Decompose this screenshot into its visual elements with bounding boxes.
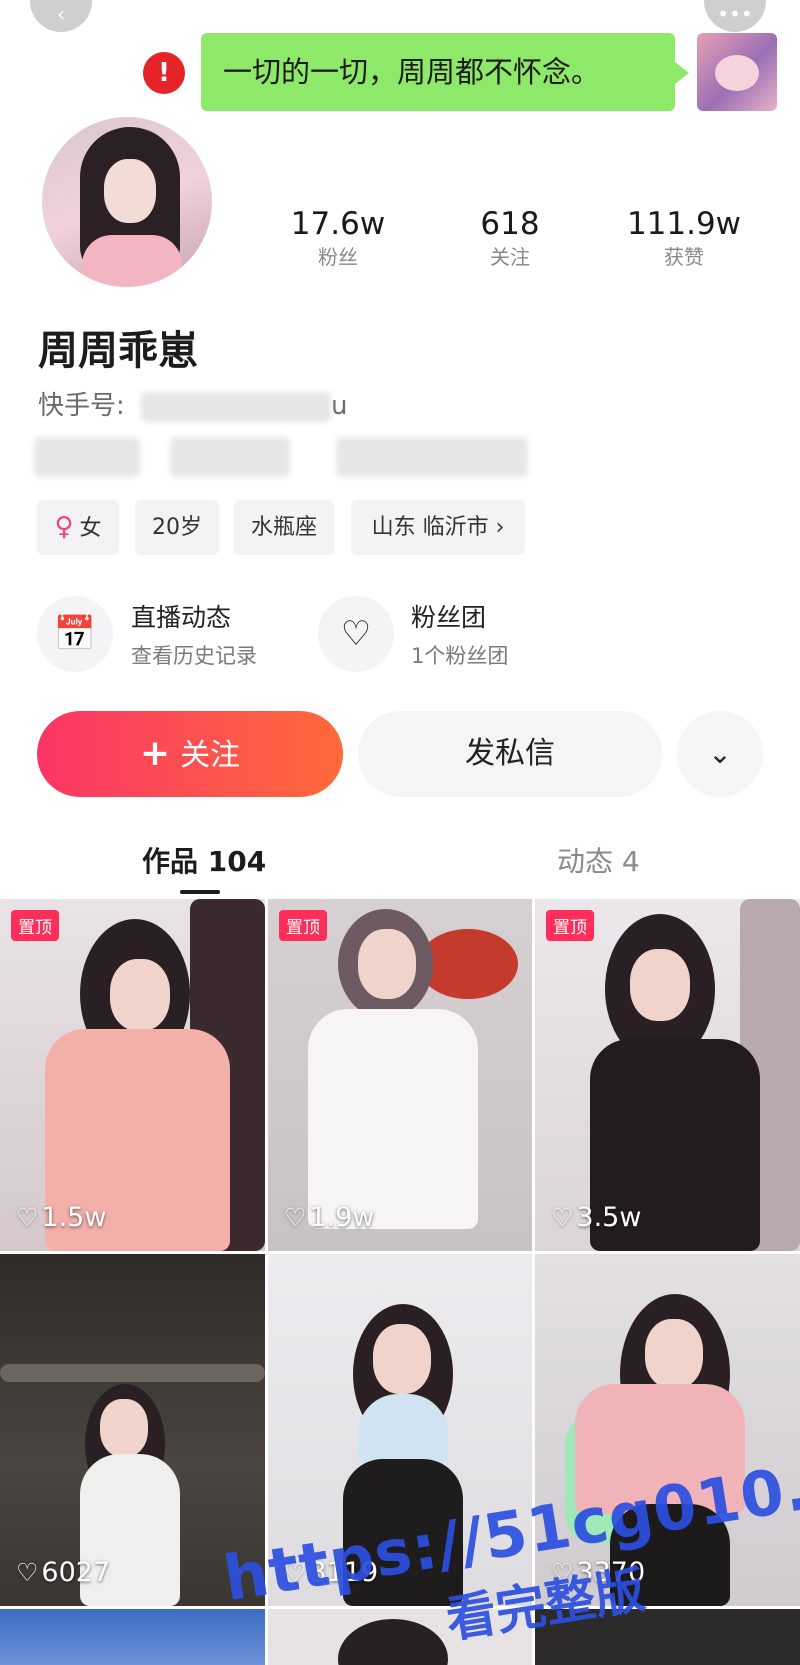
chevron-down-icon: ⌄ — [708, 737, 732, 770]
stat-label: 关注 — [490, 245, 530, 269]
video-tile[interactable]: 置顶 ♡ 3.5w — [535, 899, 800, 1251]
stat-value: 618 — [480, 206, 540, 242]
more-button[interactable]: ••• — [704, 0, 766, 32]
like-value: 1.5w — [41, 1202, 107, 1233]
feature-fanclub-subtitle: 1个粉丝团 — [411, 644, 509, 668]
heart-icon: ♡ — [284, 1203, 307, 1232]
heart-icon: ♡ — [551, 1203, 574, 1232]
pinned-badge: 置顶 — [279, 910, 327, 941]
heart-outline-icon[interactable]: ♡ — [318, 596, 394, 672]
like-value: 6027 — [41, 1557, 111, 1588]
like-count: ♡ 1.5w — [16, 1202, 106, 1233]
stat-value: 17.6w — [290, 206, 386, 242]
pinned-badge: 置顶 — [546, 910, 594, 941]
stat-followers[interactable]: 17.6w 粉丝 — [258, 205, 418, 271]
signature-bubble: 一切的一切，周周都不怀念。 — [201, 33, 689, 111]
warning-icon: ! — [143, 52, 185, 94]
tag-zodiac: 水瓶座 — [234, 500, 334, 555]
female-icon: ♀ — [54, 512, 74, 542]
stat-likes[interactable]: 111.9w 获赞 — [604, 205, 764, 271]
like-count: ♡ 6027 — [16, 1557, 110, 1588]
stat-following[interactable]: 618 关注 — [430, 205, 590, 271]
avatar[interactable] — [42, 117, 212, 287]
tag-label: 20岁 — [152, 515, 202, 540]
like-value: 1.9w — [309, 1202, 375, 1233]
tag-location[interactable]: 山东 临沂市 › — [351, 500, 525, 555]
live-calendar-icon[interactable]: 📅 — [37, 596, 113, 672]
tab-works[interactable]: 作品 104 — [142, 840, 266, 880]
sticker-image — [697, 33, 777, 111]
plus-icon: + — [139, 733, 171, 774]
redacted-bio — [170, 437, 290, 477]
profile-id-label: 快手号: — [38, 391, 125, 421]
tag-label: 女 — [79, 516, 102, 541]
stat-label: 粉丝 — [318, 245, 358, 269]
tab-underline — [180, 890, 220, 894]
chevron-left-icon: ‹ — [57, 2, 65, 26]
feature-fanclub-title[interactable]: 粉丝团 — [411, 598, 486, 634]
expand-button[interactable]: ⌄ — [677, 711, 763, 797]
heart-icon: ♡ — [16, 1558, 39, 1587]
back-button[interactable]: ‹ — [30, 0, 92, 32]
redacted-bio — [34, 437, 140, 477]
pinned-badge: 置顶 — [11, 910, 59, 941]
message-label: 发私信 — [465, 736, 555, 771]
like-count: ♡ 1.9w — [284, 1202, 374, 1233]
feature-live-title[interactable]: 直播动态 — [131, 598, 231, 634]
profile-name: 周周乖崽 — [38, 328, 198, 374]
feature-live-subtitle: 查看历史记录 — [131, 644, 257, 668]
tag-age: 20岁 — [135, 500, 219, 555]
signature-text: 一切的一切，周周都不怀念。 — [223, 55, 601, 89]
video-tile[interactable]: 置顶 ♡ 1.5w — [0, 899, 265, 1251]
stat-value: 111.9w — [626, 206, 742, 242]
redacted-bio — [336, 437, 528, 477]
heart-icon: ♡ — [16, 1203, 39, 1232]
like-count: ♡ 3.5w — [551, 1202, 641, 1233]
tag-label: 山东 临沂市 › — [371, 515, 505, 540]
like-value: 3.5w — [576, 1202, 642, 1233]
video-tile[interactable]: 置顶 ♡ 1.9w — [268, 899, 532, 1251]
more-dots-icon: ••• — [717, 2, 753, 26]
tab-moments[interactable]: 动态 4 — [557, 840, 640, 880]
video-tile[interactable] — [0, 1609, 265, 1665]
tag-label: 水瓶座 — [250, 515, 317, 540]
redacted-id — [141, 391, 332, 422]
message-button[interactable]: 发私信 — [358, 711, 662, 797]
stat-label: 获赞 — [664, 245, 704, 269]
profile-id-row: 快手号: u — [38, 385, 348, 422]
profile-id-tail: u — [331, 391, 348, 421]
follow-label: 关注 — [180, 738, 241, 773]
tag-gender: ♀ 女 — [37, 500, 119, 555]
follow-button[interactable]: + 关注 — [37, 711, 343, 797]
